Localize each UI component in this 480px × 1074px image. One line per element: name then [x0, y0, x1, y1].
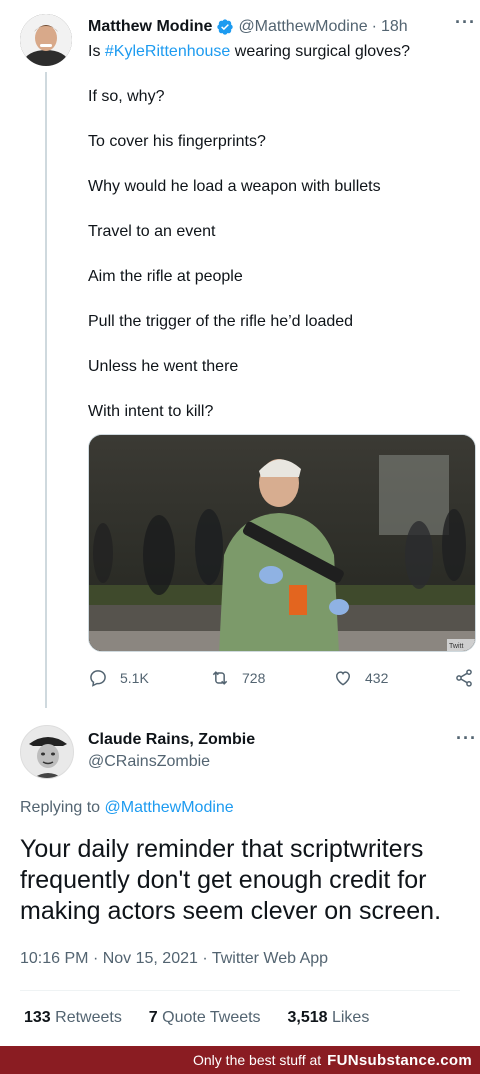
- tweet-text-line: Why would he load a weapon with bullets: [88, 178, 381, 195]
- tweet-time[interactable]: 18h: [381, 18, 408, 36]
- original-tweet: Matthew Modine @MatthewModine · 18h ··· …: [0, 0, 480, 708]
- divider: [20, 990, 460, 991]
- reply-count: 5.1K: [120, 670, 149, 686]
- media-watermark: Twitt: [449, 643, 463, 650]
- reply-button[interactable]: 5.1K: [88, 666, 149, 690]
- thread-connector-line: [45, 72, 47, 708]
- author-name[interactable]: Matthew Modine: [88, 18, 212, 36]
- share-button[interactable]: [454, 666, 480, 690]
- tweet-text-line: Pull the trigger of the rifle he’d loade…: [88, 313, 354, 330]
- share-icon: [456, 669, 472, 687]
- tweet-text-line: Aim the rifle at people: [88, 268, 243, 285]
- tweet-time-stamp[interactable]: 10:16 PM: [20, 950, 88, 967]
- reply-author-name[interactable]: Claude Rains, Zombie: [88, 731, 255, 749]
- tweet-header: Matthew Modine @MatthewModine · 18h: [88, 16, 458, 38]
- retweet-button[interactable]: 728: [210, 666, 265, 690]
- likes-count: 3,518: [287, 1009, 328, 1026]
- quote-tweets-stat[interactable]: 7 Quote Tweets: [149, 1009, 261, 1026]
- reply-icon: [90, 670, 106, 687]
- retweets-label: Retweets: [55, 1009, 122, 1026]
- replying-prefix: Replying to: [20, 799, 101, 816]
- meta-dot: ·: [202, 950, 208, 967]
- verified-badge-icon: [217, 19, 234, 35]
- tweet-source[interactable]: Twitter Web App: [212, 950, 328, 967]
- tweet-text-line: With intent to kill?: [88, 403, 214, 420]
- like-button[interactable]: 432: [333, 666, 388, 690]
- header-separator: ·: [371, 18, 377, 35]
- text-prefix: Is: [88, 43, 105, 60]
- tweet-text-line: To cover his fingerprints?: [88, 133, 266, 150]
- heart-icon: [335, 671, 351, 686]
- quotes-label: Quote Tweets: [162, 1009, 261, 1026]
- more-options-icon[interactable]: ···: [455, 12, 476, 33]
- tweet-actions: 5.1K 728 432: [88, 666, 480, 690]
- tweet-date[interactable]: Nov 15, 2021: [103, 950, 198, 967]
- reply-author-handle[interactable]: @CRainsZombie: [88, 753, 210, 771]
- author-handle[interactable]: @MatthewModine: [238, 18, 367, 36]
- retweet-icon: [212, 671, 228, 685]
- tweet-text-line: If so, why?: [88, 88, 165, 105]
- likes-label: Likes: [331, 1009, 370, 1026]
- meta-dot: ·: [92, 950, 99, 967]
- text-suffix: wearing surgical gloves?: [230, 43, 410, 60]
- engagement-stats: 133 Retweets 7 Quote Tweets 3,518 Likes: [24, 1009, 369, 1027]
- tweet-metadata: 10:16 PM · Nov 15, 2021 · Twitter Web Ap…: [20, 950, 328, 968]
- retweet-count: 728: [242, 670, 266, 686]
- tweet-text-line: Travel to an event: [88, 223, 216, 240]
- tweet-text-line: Unless he went there: [88, 358, 239, 375]
- footer-tagline: Only the best stuff at: [193, 1052, 322, 1068]
- reply-author-avatar[interactable]: [20, 725, 74, 779]
- replying-to: Replying to @MatthewModine: [20, 799, 234, 817]
- media-photo: Twitt: [89, 435, 475, 651]
- hashtag-link[interactable]: #KyleRittenhouse: [105, 43, 230, 60]
- likes-stat[interactable]: 3,518 Likes: [287, 1009, 369, 1026]
- replying-to-link[interactable]: @MatthewModine: [105, 799, 234, 816]
- author-avatar[interactable]: [20, 14, 72, 66]
- retweets-stat[interactable]: 133 Retweets: [24, 1009, 122, 1026]
- site-footer-banner: Only the best stuff at FUNsubstance.com: [0, 1046, 480, 1074]
- reply-text: Your daily reminder that scriptwriters f…: [20, 835, 442, 925]
- like-count: 432: [365, 670, 389, 686]
- footer-brand-logo[interactable]: FUNsubstance.com: [327, 1052, 472, 1069]
- tweet-text-line: Is #KyleRittenhouse wearing surgical glo…: [88, 42, 410, 62]
- quotes-count: 7: [148, 1009, 158, 1026]
- reply-more-options-icon[interactable]: ···: [456, 728, 477, 749]
- retweets-count: 133: [24, 1009, 51, 1026]
- tweet-media-image[interactable]: Twitt: [88, 434, 476, 652]
